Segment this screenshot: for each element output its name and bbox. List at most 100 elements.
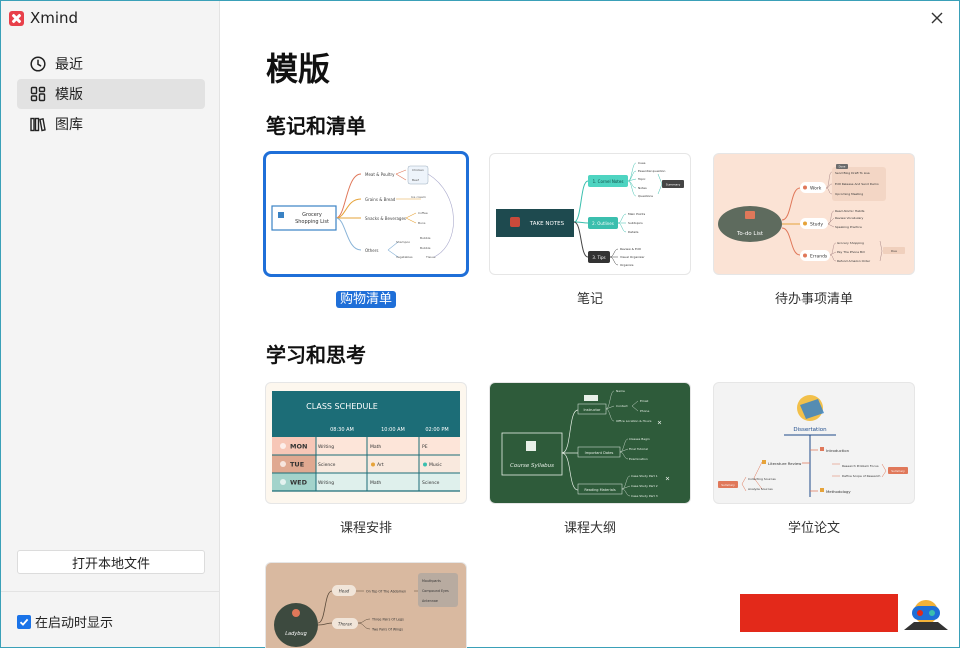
sidebar-item-templates[interactable]: 模版 [17,79,205,109]
dissertation-thumbnail: Dissertation Introduction Literature Rev… [718,395,908,497]
ladybug-thumbnail: Ladybug Head Thorax On Top Of The Abdome… [274,573,458,647]
svg-text:Course Syllabus: Course Syllabus [510,463,554,469]
sidebar-item-library[interactable]: 图库 [17,109,205,139]
svg-text:Ice cream: Ice cream [411,195,426,199]
svg-text:Science: Science [422,480,440,486]
svg-text:Details: Details [628,230,639,234]
svg-text:Contact: Contact [616,404,628,408]
svg-text:Pay The Phone Bill: Pay The Phone Bill [837,250,865,254]
svg-text:Upcoming Meeting: Upcoming Meeting [835,192,863,196]
section-title-learning: 学习和思考 [266,343,366,367]
svg-text:Writing: Writing [318,480,334,486]
svg-text:3. Tips: 3. Tips [592,255,605,260]
svg-text:Beef: Beef [412,178,420,182]
svg-text:Study: Study [810,222,823,228]
template-label-todo[interactable]: 待办事项清单 [714,288,914,307]
schedule-thumbnail: CLASS SCHEDULE 08:30 AM 10:00 AM 02:00 P… [272,391,460,492]
svg-text:To-do List: To-do List [736,231,764,237]
svg-text:Snacks & Beverages: Snacks & Beverages [365,216,406,221]
svg-text:Three Pairs Of Legs: Three Pairs Of Legs [371,618,404,622]
svg-text:Grocery Shopping: Grocery Shopping [837,241,864,245]
template-label-syllabus[interactable]: 课程大纲 [490,517,690,536]
svg-text:Read Atomic Habits: Read Atomic Habits [835,209,865,213]
svg-text:Antennae: Antennae [422,599,438,603]
svg-text:Name: Name [616,389,625,393]
template-label-notes[interactable]: 笔记 [490,288,690,307]
template-card-notes[interactable]: TAKE NOTES 1. Cornel Notes 2. Outlines 3… [490,154,690,274]
svg-text:02:00 PM: 02:00 PM [425,427,448,433]
template-card-ladybug[interactable]: Ladybug Head Thorax On Top Of The Abdome… [266,563,466,648]
section-title-notes: 笔记和清单 [266,114,366,138]
svg-text:Grains & Bread: Grains & Bread [365,197,396,202]
gamepad-mascot-icon[interactable] [898,592,952,634]
svg-text:CLASS SCHEDULE: CLASS SCHEDULE [306,402,378,411]
template-card-schedule[interactable]: CLASS SCHEDULE 08:30 AM 10:00 AM 02:00 P… [266,383,466,503]
template-label-dissertation[interactable]: 学位论文 [714,517,914,536]
template-card-syllabus[interactable]: Course Syllabus Instructor Important Dat… [490,383,690,503]
svg-text:Collecting Sources: Collecting Sources [748,477,776,481]
svg-text:TUE: TUE [290,461,304,469]
svg-text:Two Pairs Of Wings: Two Pairs Of Wings [371,628,403,632]
svg-text:Coffee: Coffee [418,211,428,215]
syllabus-thumbnail: Course Syllabus Instructor Important Dat… [501,389,670,498]
svg-text:Reading Materials: Reading Materials [584,488,616,492]
svg-text:Topic: Topic [637,177,646,181]
svg-text:10:00 AM: 10:00 AM [381,427,405,433]
template-card-todo[interactable]: To-do List Work Study Errands Done Send … [714,154,914,274]
svg-text:08:30 AM: 08:30 AM [330,427,354,433]
sidebar-item-recent[interactable]: 最近 [17,49,205,79]
svg-text:Dissertation: Dissertation [793,427,827,433]
template-card-shopping-list[interactable]: Grocery Shopping List Meat & Poultry Gra… [266,154,466,274]
app-name: Xmind [30,9,79,27]
svg-text:WED: WED [290,479,308,487]
svg-text:Grocery: Grocery [302,212,322,218]
svg-text:Phone: Phone [640,409,649,413]
svg-text:Important Dates: Important Dates [585,451,614,455]
template-label-shopping-list[interactable]: 购物清单 [266,288,466,308]
svg-text:Review & Edit: Review & Edit [620,247,642,251]
svg-text:Chicken: Chicken [412,168,424,172]
svg-text:Science: Science [318,462,336,468]
svg-text:Subtopics: Subtopics [628,221,643,225]
svg-text:Questions: Questions [638,194,653,198]
svg-text:Case Study Part 2: Case Study Part 2 [631,484,658,488]
svg-text:Edit Release And Send Demo: Edit Release And Send Demo [835,182,879,186]
template-label-schedule[interactable]: 课程安排 [266,517,466,536]
sidebar-item-label: 图库 [55,117,83,133]
svg-text:Introduction: Introduction [826,448,850,453]
svg-text:Thorax: Thorax [338,622,353,627]
page-title: 模版 [266,50,331,88]
svg-text:Ladybug: Ladybug [285,631,307,637]
svg-text:Main Points: Main Points [628,212,646,216]
startup-label: 在启动时显示 [35,616,114,631]
svg-text:Summary: Summary [891,469,905,473]
open-local-file-button[interactable]: 打开本地文件 [17,550,205,574]
show-on-startup-toggle[interactable]: 在启动时显示 [17,612,113,631]
svg-text:On Top Of The Abdomen: On Top Of The Abdomen [366,590,406,594]
svg-text:Review Vocabulary: Review Vocabulary [835,216,864,220]
svg-text:1. Cornel Notes: 1. Cornel Notes [593,179,624,184]
svg-text:Compound Eyes: Compound Eyes [422,589,449,593]
svg-text:Shopping List: Shopping List [295,219,329,225]
svg-text:Instructor: Instructor [584,408,602,412]
sidebar: Xmind 最近 模版 图库 打开本地文件 在启动时显示 [1,1,220,647]
svg-text:Notes: Notes [638,186,647,190]
svg-text:Refund Amazon Order: Refund Amazon Order [837,259,871,263]
app-brand: Xmind [9,9,78,27]
close-icon[interactable] [927,8,947,28]
svg-text:Math: Math [370,444,381,450]
svg-text:Mouthparts: Mouthparts [422,579,441,583]
svg-text:Methodology: Methodology [826,489,851,494]
svg-text:Bubble: Bubble [420,246,431,250]
startup-checkbox[interactable] [17,614,31,629]
svg-text:Due: Due [891,249,897,253]
shopping-list-thumbnail: Grocery Shopping List Meat & Poultry Gra… [271,165,454,259]
svg-text:TAKE NOTES: TAKE NOTES [529,221,565,227]
svg-text:Send Blog Draft To Lisa: Send Blog Draft To Lisa [835,171,870,175]
svg-text:Others: Others [365,248,378,253]
svg-text:Math: Math [370,480,381,486]
sidebar-nav: 最近 模版 图库 [17,49,205,139]
svg-text:Case Study Part 1: Case Study Part 1 [631,474,658,478]
template-card-dissertation[interactable]: Dissertation Introduction Literature Rev… [714,383,914,503]
svg-text:Final Tutorial: Final Tutorial [629,447,648,451]
